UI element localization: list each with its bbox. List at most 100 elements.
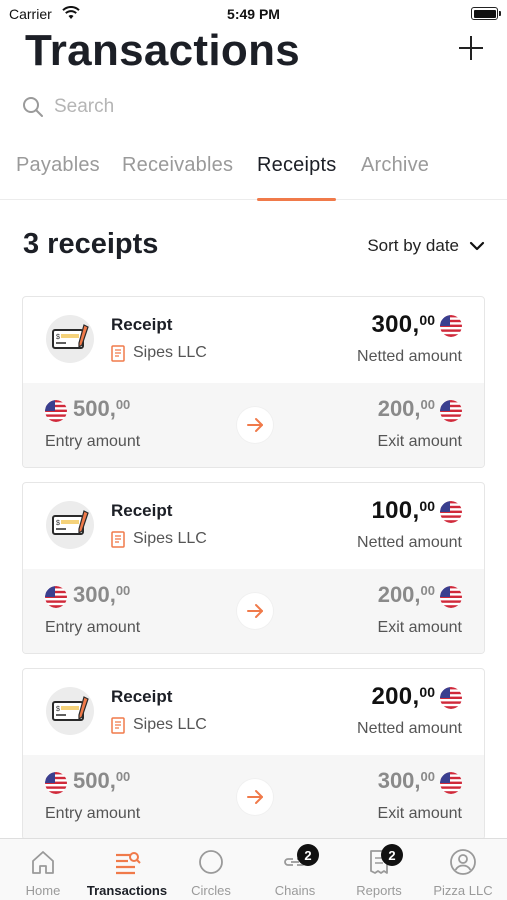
netted-amount-dec: 00 (419, 498, 435, 514)
sort-dropdown[interactable]: Sort by date (367, 236, 485, 256)
receipt-card-2[interactable]: $ Receipt Sipes LLC 100, 00 Netted amoun… (22, 482, 485, 654)
entry-amount-label: Entry amount (45, 805, 141, 822)
company-row: Sipes LLC (111, 716, 207, 734)
tab-receivables[interactable]: Receivables (122, 154, 233, 200)
cheque-icon: $ (52, 324, 89, 349)
card-details: 500, 00 Entry amount 300, 00 Exit amount (23, 755, 484, 839)
card-details: 500, 00 Entry amount 200, 00 Exit amount (23, 383, 484, 467)
exit-amount: 200, 00 (378, 396, 462, 422)
exit-amount-dec: 00 (420, 769, 435, 784)
entry-amount-label: Entry amount (45, 433, 141, 450)
card-summary: $ Receipt Sipes LLC 200, 00 Netted amoun… (23, 669, 484, 755)
search-icon (23, 97, 43, 117)
receipt-card-3[interactable]: $ Receipt Sipes LLC 200, 00 Netted amoun… (22, 668, 485, 840)
entry-amount-label: Entry amount (45, 619, 141, 636)
svg-text:$: $ (56, 520, 60, 527)
exit-amount-label: Exit amount (377, 619, 462, 636)
entry-amount-int: 300, (73, 582, 116, 607)
battery-icon (471, 7, 501, 20)
search-bar[interactable] (22, 92, 322, 122)
us-flag-icon (440, 586, 462, 608)
home-icon (32, 851, 54, 874)
company-name: Sipes LLC (133, 716, 207, 733)
clock: 5:49 PM (227, 6, 280, 22)
receipt-card-1[interactable]: $ Receipt Sipes LLC 300, 00 Netted amoun… (22, 296, 485, 468)
entry-amount-dec: 00 (115, 769, 131, 784)
document-icon (111, 344, 125, 362)
us-flag-icon (440, 400, 462, 422)
bottom-tab-bar: Home Transactions Circles 2 Chains 2 Rep… (0, 838, 507, 900)
profile-icon (450, 849, 476, 875)
netted-amount-label: Netted amount (357, 720, 462, 737)
tab-receipts[interactable]: Receipts (257, 154, 337, 201)
document-icon (111, 530, 125, 548)
entry-amount-dec: 00 (115, 583, 131, 598)
netted-amount-label: Netted amount (357, 534, 462, 551)
us-flag-icon (45, 400, 67, 422)
netted-amount-dec: 00 (419, 312, 435, 328)
reports-badge: 2 (381, 844, 403, 866)
receipts-count: 3 receipts (23, 228, 159, 260)
netted-amount: 300, 00 (371, 311, 462, 339)
tabbar-transactions-label: Transactions (86, 883, 168, 898)
netted-amount: 200, 00 (372, 683, 462, 711)
transactions-icon (116, 852, 141, 875)
card-details: 300, 00 Entry amount 200, 00 Exit amount (23, 569, 484, 653)
tabbar-home[interactable]: Home (1, 839, 85, 900)
company-name: Sipes LLC (133, 344, 207, 361)
us-flag-icon (45, 586, 67, 608)
arrow-right-icon (247, 790, 263, 804)
arrow-right-icon (247, 604, 263, 618)
exit-amount-dec: 00 (420, 583, 435, 598)
card-title: Receipt (111, 315, 173, 334)
chains-badge: 2 (297, 844, 319, 866)
company-row: Sipes LLC (111, 344, 207, 362)
us-flag-icon (440, 501, 462, 523)
exit-amount-int: 300, (377, 768, 421, 793)
us-flag-icon (45, 772, 67, 794)
exit-amount-label: Exit amount (377, 805, 462, 822)
transfer-arrow-button[interactable] (237, 407, 273, 443)
transfer-arrow-button[interactable] (237, 593, 273, 629)
entry-amount: 300, 00 (45, 582, 135, 608)
tabbar-reports[interactable]: 2 Reports (337, 839, 421, 900)
segment-tabs: Payables Receivables Receipts Archive (0, 150, 507, 201)
svg-text:$: $ (56, 706, 60, 713)
search-input[interactable] (54, 96, 304, 118)
status-bar: Carrier 5:49 PM (0, 0, 507, 28)
card-summary: $ Receipt Sipes LLC 300, 00 Netted amoun… (23, 297, 484, 383)
tab-payables[interactable]: Payables (16, 154, 100, 200)
cheque-avatar: $ (46, 315, 94, 363)
add-button[interactable] (459, 36, 483, 60)
entry-amount-int: 500, (73, 396, 116, 421)
netted-amount-dec: 00 (419, 684, 435, 700)
entry-amount-dec: 00 (115, 397, 131, 412)
company-row: Sipes LLC (111, 530, 207, 548)
entry-amount-int: 500, (73, 768, 116, 793)
us-flag-icon (440, 315, 462, 337)
netted-amount-label: Netted amount (357, 348, 462, 365)
exit-amount: 200, 00 (378, 582, 462, 608)
tabbar-transactions[interactable]: Transactions (85, 839, 169, 900)
exit-amount: 300, 00 (378, 768, 462, 794)
exit-amount-label: Exit amount (377, 433, 462, 450)
tabbar-circles[interactable]: Circles (169, 839, 253, 900)
entry-amount: 500, 00 (45, 768, 135, 794)
card-title: Receipt (111, 501, 173, 520)
tab-archive[interactable]: Archive (361, 154, 429, 200)
entry-amount: 500, 00 (45, 396, 135, 422)
tabbar-profile[interactable]: Pizza LLC (421, 839, 505, 900)
page-title: Transactions (25, 26, 301, 75)
netted-amount-int: 300, (371, 311, 420, 338)
tabbar-reports-label: Reports (356, 883, 402, 898)
cheque-avatar: $ (46, 501, 94, 549)
transfer-arrow-button[interactable] (237, 779, 273, 815)
netted-amount-int: 100, (371, 497, 420, 524)
tabbar-circles-label: Circles (191, 883, 231, 898)
sort-label: Sort by date (367, 236, 459, 255)
exit-amount-int: 200, (377, 396, 421, 421)
document-icon (111, 716, 125, 734)
cheque-icon: $ (52, 696, 89, 721)
svg-text:$: $ (56, 334, 60, 341)
tabbar-chains[interactable]: 2 Chains (253, 839, 337, 900)
